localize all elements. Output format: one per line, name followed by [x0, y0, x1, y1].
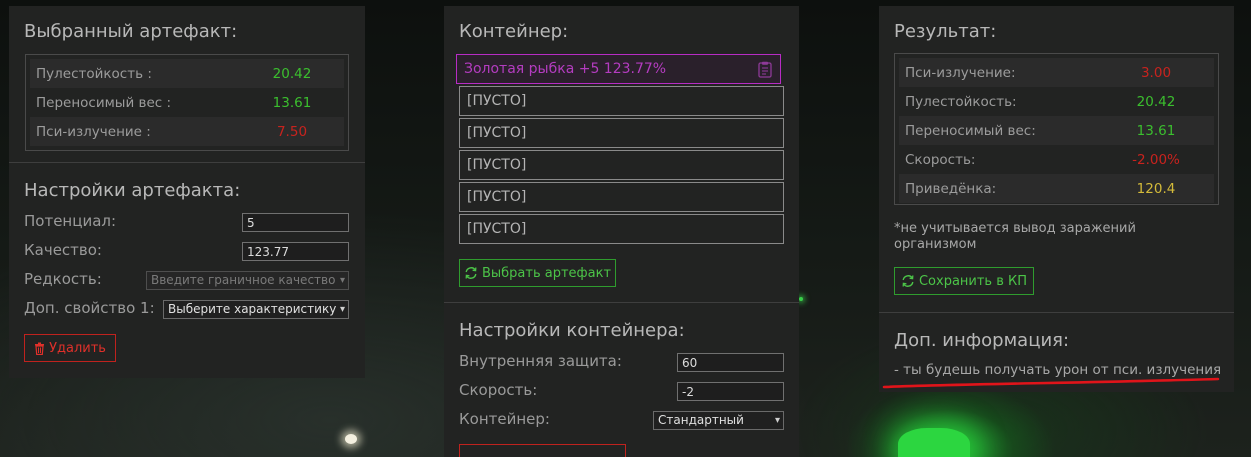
potential-input[interactable] [242, 213, 349, 232]
select-artifact-button-label: Выбрать артефакт [481, 265, 612, 281]
refresh-icon [902, 275, 914, 287]
selected-artifact-heading: Выбранный артефакт: [24, 21, 238, 42]
stat-row: Переносимый вес : 13.61 [30, 88, 344, 117]
container-slot-empty[interactable]: [ПУСТО] [459, 86, 784, 116]
container-slot-empty[interactable]: [ПУСТО] [459, 182, 784, 212]
container-panel: Контейнер: Золотая рыбка +5 123.77% [ПУСТ… [444, 6, 799, 457]
stat-value: 3.00 [1140, 64, 1172, 81]
quality-input[interactable] [242, 242, 349, 261]
stat-label: Пулестойкость: [905, 93, 1017, 110]
background-glow-dot [799, 297, 803, 301]
artifact-stats-box: Пулестойкость : 20.42 Переносимый вес : 13.… [25, 54, 349, 151]
result-panel: Результат: Пси-излучение: 3.00 Пулестойкос… [879, 6, 1234, 392]
stat-label: Скорость: [905, 151, 976, 168]
divider [444, 302, 799, 303]
slot-text: [ПУСТО] [467, 221, 527, 237]
slot-text: [ПУСТО] [467, 93, 527, 109]
select-artifact-button[interactable]: Выбрать артефакт [459, 259, 616, 287]
stat-value: -2.00% [1132, 151, 1180, 168]
background-glow-object [898, 428, 970, 457]
rarity-label: Редкость: [24, 270, 102, 288]
stat-value: 120.4 [1136, 180, 1176, 197]
container-slot-empty[interactable]: [ПУСТО] [459, 118, 784, 148]
save-to-kp-button-label: Сохранить в КП [918, 273, 1028, 289]
stat-label: Переносимый вес : [36, 94, 172, 111]
stat-row: Пси-излучение: 3.00 [899, 58, 1214, 87]
delete-button-label: Удалить [49, 340, 106, 356]
infection-note: *не учитывается вывод заражений организм… [894, 221, 1136, 252]
container-slot-filled[interactable]: Золотая рыбка +5 123.77% [456, 54, 781, 84]
stat-value: 13.61 [1136, 122, 1176, 139]
artifact-settings-heading: Настройки артефакта: [24, 180, 241, 201]
stat-label: Пси-излучение: [905, 64, 1016, 81]
stat-row: Скорость: -2.00% [899, 145, 1214, 174]
container-slot-empty[interactable]: [ПУСТО] [459, 214, 784, 244]
red-underline-annotation [882, 377, 1220, 389]
stat-value: 20.42 [272, 65, 312, 82]
stat-label: Пулестойкость : [36, 65, 152, 82]
stat-row: Пси-излучение : 7.50 [30, 117, 344, 146]
extra-info-heading: Доп. информация: [894, 330, 1070, 351]
partial-red-button[interactable] [459, 444, 626, 457]
clipboard-icon[interactable] [758, 61, 772, 78]
slot-text: [ПУСТО] [467, 125, 527, 141]
divider [879, 312, 1234, 313]
stat-label: Приведёнка: [905, 180, 997, 197]
stat-label: Пси-излучение : [36, 123, 151, 140]
internal-protection-label: Внутренняя защита: [459, 352, 622, 370]
stat-value: 7.50 [276, 123, 308, 140]
trash-icon [35, 342, 45, 355]
artifact-stats-list: Пулестойкость : 20.42 Переносимый вес : 13.… [30, 59, 344, 146]
save-to-kp-button[interactable]: Сохранить в КП [894, 267, 1034, 295]
refresh-icon [465, 267, 477, 279]
extra-property-select[interactable]: Выберите характеристику ▾ [163, 300, 349, 319]
result-stats-box: Пси-излучение: 3.00 Пулестойкость: 20.42 Пер… [894, 53, 1219, 205]
stat-row: Переносимый вес: 13.61 [899, 116, 1214, 145]
extra-property-select-value: Выберите характеристику [168, 302, 337, 316]
stat-value: 13.61 [272, 94, 312, 111]
container-heading: Контейнер: [459, 21, 569, 42]
divider [9, 162, 365, 163]
chevron-down-icon: ▾ [774, 415, 780, 426]
rarity-select-value: Введите граничное качество [151, 273, 336, 287]
internal-protection-input[interactable] [677, 353, 784, 372]
container-slot-empty[interactable]: [ПУСТО] [459, 150, 784, 180]
background-light [345, 434, 357, 444]
stat-label: Переносимый вес: [905, 122, 1036, 139]
container-type-select-value: Стандартный [658, 413, 744, 427]
result-heading: Результат: [894, 21, 997, 42]
potential-label: Потенциал: [24, 212, 117, 230]
container-type-label: Контейнер: [459, 410, 550, 428]
chevron-down-icon: ▾ [339, 275, 345, 286]
rarity-select[interactable]: Введите граничное качество ▾ [146, 271, 349, 290]
slot-text: [ПУСТО] [467, 189, 527, 205]
delete-button[interactable]: Удалить [24, 334, 116, 362]
slot-text: Золотая рыбка +5 123.77% [464, 61, 667, 77]
artifact-panel: Выбранный артефакт: Пулестойкость : 20.42… [9, 6, 365, 378]
chevron-down-icon: ▾ [339, 304, 345, 315]
speed-input[interactable] [677, 382, 784, 401]
stat-value: 20.42 [1136, 93, 1176, 110]
container-type-select[interactable]: Стандартный ▾ [653, 411, 784, 430]
stat-row: Пулестойкость: 20.42 [899, 87, 1214, 116]
stat-row: Приведёнка: 120.4 [899, 174, 1214, 203]
quality-label: Качество: [24, 241, 102, 259]
container-settings-heading: Настройки контейнера: [459, 320, 685, 341]
slot-text: [ПУСТО] [467, 157, 527, 173]
stat-row: Пулестойкость : 20.42 [30, 59, 344, 88]
extra-property-label: Доп. свойство 1: [24, 299, 155, 317]
result-stats-list: Пси-излучение: 3.00 Пулестойкость: 20.42 Пер… [899, 58, 1214, 203]
speed-label: Скорость: [459, 381, 538, 399]
